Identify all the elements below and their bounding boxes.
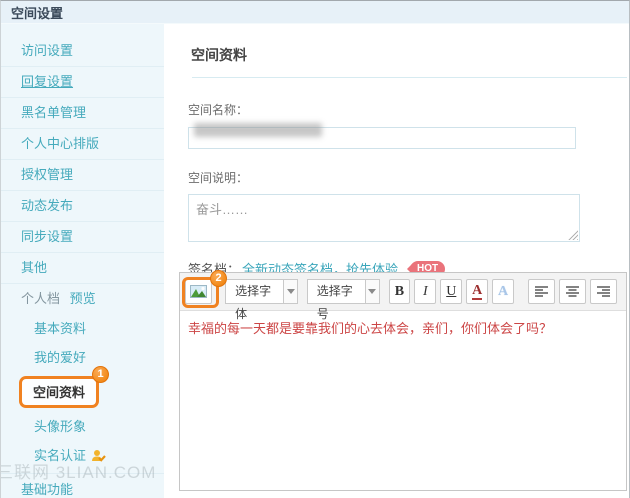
chevron-down-icon[interactable] [365, 279, 380, 304]
sidebar-item-personal-center-layout[interactable]: 个人中心排版 [1, 129, 164, 160]
sidebar-nav: 访问设置 回复设置 黑名单管理 个人中心排版 授权管理 动态发布 同步设置 其他… [1, 24, 164, 498]
font-size-select[interactable]: 选择字号 [306, 279, 380, 321]
sidebar-item-label: 黑名单管理 [21, 105, 87, 120]
sidebar-item-access-settings[interactable]: 访问设置 [1, 36, 164, 67]
sidebar-item-label: 空间资料 [33, 385, 86, 400]
font-family-select[interactable]: 选择字体 [225, 279, 298, 321]
highlight-color-button[interactable]: A [492, 279, 515, 304]
sidebar-item-label: 个人中心排版 [21, 136, 100, 151]
align-right-button[interactable] [590, 279, 618, 304]
page-heading: 空间资料 [191, 47, 247, 63]
insert-image-button[interactable] [185, 279, 213, 304]
space-name-input[interactable] [188, 123, 576, 149]
sidebar-item-label: 其他 [21, 260, 48, 275]
chevron-down-icon[interactable] [283, 279, 298, 304]
masked-value-blur [194, 123, 322, 137]
sidebar-item-avatar-image[interactable]: 头像形象 [1, 412, 164, 441]
verified-user-icon [92, 449, 106, 462]
italic-button[interactable]: I [414, 279, 437, 304]
sidebar-item-label: 授权管理 [21, 167, 74, 182]
sidebar-item-reply-settings[interactable]: 回复设置 [1, 67, 164, 98]
font-size-value: 选择字号 [306, 279, 366, 321]
sidebar-item-label: 基础功能 [21, 482, 74, 497]
space-desc-textarea[interactable]: 奋斗…… [188, 194, 580, 242]
sidebar-item-label: 实名认证 [34, 448, 87, 463]
editor-content-area[interactable]: 幸福的每一天都是要靠我们的心去体会，亲们，你们体会了吗？ [180, 311, 626, 490]
sidebar-item-sync-settings[interactable]: 同步设置 [1, 222, 164, 253]
sidebar-item-basic-info[interactable]: 基本资料 [1, 314, 164, 343]
font-color-button[interactable]: A [466, 279, 489, 304]
space-desc-value: 奋斗…… [196, 202, 249, 217]
sidebar-group-personal-file: 个人档 预览 [1, 284, 164, 314]
align-left-icon [535, 286, 549, 297]
sidebar-item-label: 头像形象 [34, 419, 87, 434]
group-label: 个人档 [21, 291, 61, 306]
heading-divider [192, 77, 627, 78]
resize-handle-icon[interactable] [568, 230, 578, 240]
space-settings-window: 空间设置 访问设置 回复设置 黑名单管理 个人中心排版 授权管理 动态发布 同步… [0, 0, 630, 498]
main-content: 空间资料 空间名称： 空间说明： 奋斗…… 签名档： 全新动态签名档，抢先体验 … [164, 24, 629, 498]
sidebar-item-label: 同步设置 [21, 229, 74, 244]
sidebar-item-label: 动态发布 [21, 198, 74, 213]
active-item-highlight-box[interactable]: 空间资料 1 [19, 366, 110, 408]
editor-toolbar: 2 选择字体 选择字号 B I U A A [180, 270, 626, 321]
alignment-buttons [528, 279, 621, 304]
sidebar-item-realname-verify[interactable]: 实名认证 [1, 441, 164, 470]
sidebar-item-my-hobbies[interactable]: 我的爱好 [1, 343, 164, 372]
sidebar-item-label: 我的爱好 [34, 350, 87, 365]
font-family-value: 选择字体 [225, 279, 284, 321]
sidebar: 访问设置 回复设置 黑名单管理 个人中心排版 授权管理 动态发布 同步设置 其他… [1, 24, 164, 498]
sidebar-item-space-info[interactable]: 空间资料 1 [1, 366, 164, 412]
sidebar-item-label: 访问设置 [21, 43, 74, 58]
sidebar-item-label: 回复设置 [21, 74, 74, 89]
align-right-icon [597, 286, 611, 297]
sidebar-item-label: 基本资料 [34, 321, 87, 336]
align-center-icon [566, 286, 580, 297]
underline-button[interactable]: U [440, 279, 463, 304]
sidebar-item-blacklist[interactable]: 黑名单管理 [1, 98, 164, 129]
sidebar-item-authorization[interactable]: 授权管理 [1, 160, 164, 191]
sidebar-item-other[interactable]: 其他 [1, 253, 164, 284]
step-1-badge: 1 [92, 366, 110, 383]
align-center-button[interactable] [559, 279, 587, 304]
bold-button[interactable]: B [388, 279, 411, 304]
font-color-glyph: A [472, 282, 483, 300]
space-name-label: 空间名称： [188, 103, 249, 117]
align-left-button[interactable] [528, 279, 556, 304]
sidebar-item-basic-functions[interactable]: 基础功能 [1, 473, 164, 498]
image-icon [190, 285, 208, 298]
sidebar-item-feed-publish[interactable]: 动态发布 [1, 191, 164, 222]
window-titlebar: 空间设置 [1, 1, 629, 24]
preview-link[interactable]: 预览 [70, 291, 96, 306]
page-title: 空间设置 [11, 5, 64, 21]
space-desc-label: 空间说明： [188, 171, 249, 185]
signature-editor: 2 选择字体 选择字号 B I U A A 幸福的每一天都是要靠我们的心去体会，… [179, 270, 627, 491]
